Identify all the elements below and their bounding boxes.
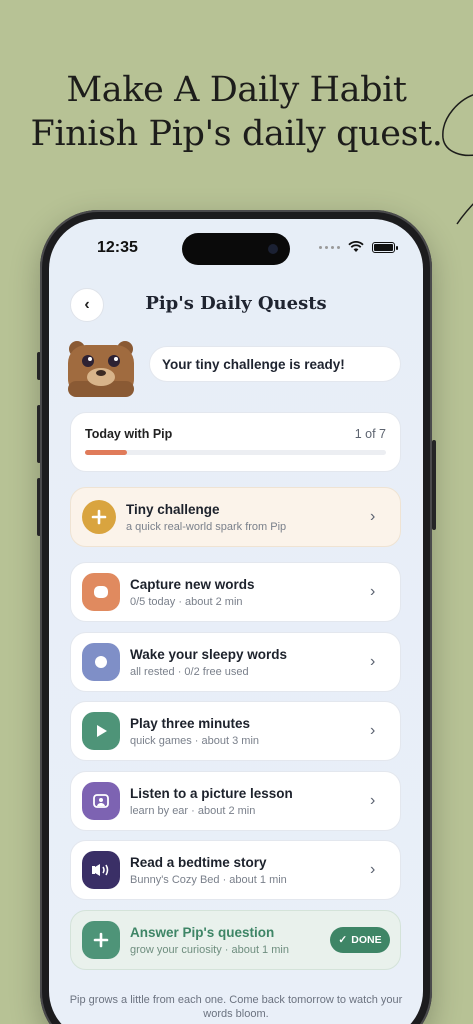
chevron-right-icon: ›: [370, 583, 376, 600]
quest-subtitle: 0/5 today · about 2 min: [130, 595, 243, 608]
today-label: Today with Pip: [85, 427, 173, 441]
wifi-icon: [348, 241, 364, 252]
quest-subtitle: a quick real-world spark from Pip: [126, 520, 287, 533]
headline-line1: Make A Daily Habit: [66, 70, 407, 110]
quest-subtitle: learn by ear · about 2 min: [130, 804, 256, 817]
sleep-icon: [82, 643, 120, 681]
quest-subtitle: Bunny's Cozy Bed · about 1 min: [130, 873, 287, 886]
play-icon: [82, 712, 120, 750]
battery-icon: [372, 241, 398, 253]
quest-tiny-challenge[interactable]: Tiny challenge a quick real-world spark …: [70, 487, 401, 547]
picture-icon: [82, 782, 120, 820]
phone-frame: 12:35 ‹ Pip's Daily Quests Your tiny cha…: [40, 210, 432, 1024]
plus-icon: [82, 921, 120, 959]
audio-book-icon: [82, 851, 120, 889]
chevron-right-icon: ›: [370, 722, 376, 739]
done-label: DONE: [351, 934, 382, 946]
quest-title: Wake your sleepy words: [130, 646, 288, 662]
capture-icon: [82, 573, 120, 611]
page-title: Pip's Daily Quests: [145, 293, 327, 314]
quest-subtitle: quick games · about 3 min: [130, 734, 260, 747]
signal-icon: [319, 245, 340, 249]
quest-title: Play three minutes: [130, 715, 251, 731]
quest-answer-question[interactable]: Answer Pip's question grow your curiosit…: [70, 910, 401, 970]
quest-title: Read a bedtime story: [130, 854, 267, 870]
quest-title: Answer Pip's question: [130, 924, 275, 940]
today-count: 1 of 7: [354, 427, 386, 441]
quest-title: Capture new words: [130, 576, 255, 592]
quest-bedtime-story[interactable]: Read a bedtime story Bunny's Cozy Bed · …: [70, 840, 401, 900]
speech-bubble: Your tiny challenge is ready!: [149, 346, 401, 382]
camera-icon: [268, 244, 278, 254]
pip-bear-mascot-icon: [68, 341, 134, 397]
plus-icon: [82, 500, 116, 534]
status-time: 12:35: [97, 239, 138, 256]
power-button: [432, 440, 436, 530]
chevron-right-icon: ›: [370, 861, 376, 878]
quest-subtitle: all rested · 0/2 free used: [130, 665, 249, 678]
quest-wake-words[interactable]: Wake your sleepy words all rested · 0/2 …: [70, 632, 401, 692]
leaf-doodle-icon: [442, 94, 473, 225]
chevron-right-icon: ›: [370, 653, 376, 670]
chevron-right-icon: ›: [370, 508, 376, 525]
footer-note: Pip grows a little from each one. Come b…: [69, 994, 403, 1020]
progress-bar: [85, 450, 386, 455]
app-screen: 12:35 ‹ Pip's Daily Quests Your tiny cha…: [49, 219, 423, 1024]
quest-listen[interactable]: Listen to a picture lesson learn by ear …: [70, 771, 401, 831]
quest-subtitle: grow your curiosity · about 1 min: [130, 943, 289, 956]
status-bar: 12:35: [49, 219, 423, 275]
status-icons: [319, 241, 398, 253]
quest-title: Tiny challenge: [126, 501, 220, 517]
quest-play[interactable]: Play three minutes quick games · about 3…: [70, 701, 401, 761]
headline: Make A Daily Habit Finish Pip's daily qu…: [0, 68, 473, 156]
chevron-right-icon: ›: [370, 792, 376, 809]
check-icon: ✓: [338, 934, 348, 946]
dynamic-island: [182, 233, 290, 265]
today-progress-card: Today with Pip 1 of 7: [70, 412, 401, 472]
progress-fill: [85, 450, 128, 455]
quest-title: Listen to a picture lesson: [130, 785, 293, 801]
done-badge: ✓ DONE: [330, 927, 390, 953]
quest-capture-words[interactable]: Capture new words 0/5 today · about 2 mi…: [70, 562, 401, 622]
headline-line2: Finish Pip's daily quest.: [30, 114, 443, 154]
